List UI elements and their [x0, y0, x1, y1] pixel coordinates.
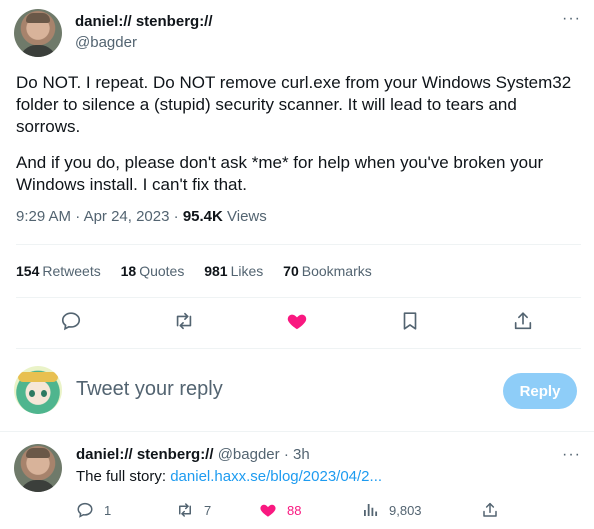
author-handle[interactable]: @bagder: [75, 34, 137, 51]
share-button[interactable]: [512, 310, 536, 334]
author-avatar[interactable]: [14, 9, 62, 57]
reply-text: The full story: daniel.haxx.se/blog/2023…: [76, 468, 382, 485]
reply-text-prefix: The full story:: [76, 468, 171, 485]
heart-icon-filled: [260, 504, 276, 517]
reply-time[interactable]: 3h: [293, 446, 310, 463]
tweet-stats: 154 Retweets 18 Quotes 981 Likes 70 Bookmark…: [16, 263, 388, 279]
tweet-text-paragraph-2: And if you do, please don't ask *me* for…: [16, 153, 544, 194]
like-button[interactable]: [286, 310, 310, 334]
reply-retweets-button[interactable]: 7: [176, 501, 211, 519]
meta-separator: ·: [173, 208, 179, 225]
reply-submit-button[interactable]: Reply: [503, 373, 577, 409]
reply-likes-count: 88: [287, 502, 302, 518]
tweet-time[interactable]: 9:29 AM: [16, 208, 71, 225]
divider: [0, 431, 594, 432]
reply-retweets-count: 7: [204, 502, 212, 518]
divider: [16, 297, 581, 298]
share-icon: [514, 312, 532, 330]
reply-views-button[interactable]: 9,803: [361, 501, 422, 519]
retweet-icon: [179, 503, 191, 517]
tweet-text-paragraph-1: Do NOT. I repeat. Do NOT remove curl.exe…: [16, 73, 572, 136]
current-user-avatar[interactable]: [14, 366, 62, 414]
divider: [16, 244, 581, 245]
tweet-meta: 9:29 AM · Apr 24, 2023 · 95.4K Views: [16, 208, 267, 225]
bookmark-icon: [403, 312, 417, 330]
reply-time-separator: ·: [283, 446, 289, 463]
stat-bookmarks[interactable]: 70 Bookmarks: [283, 263, 372, 279]
reply-icon: [61, 312, 81, 331]
views-count: 95.4K: [182, 208, 223, 225]
reply-more-options-icon[interactable]: ···: [562, 447, 581, 463]
reply-button[interactable]: [60, 310, 84, 334]
views-label: Views: [227, 208, 267, 225]
reply-share-button[interactable]: [481, 501, 509, 519]
reply-author-handle[interactable]: @bagder: [218, 446, 280, 463]
stat-likes[interactable]: 981 Likes: [204, 263, 263, 279]
reply-input[interactable]: Tweet your reply: [76, 378, 223, 401]
reply-icon: [77, 502, 93, 518]
more-options-icon[interactable]: ···: [562, 11, 581, 27]
reply-likes-button[interactable]: 88: [259, 501, 301, 519]
reply-replies-button[interactable]: 1: [76, 501, 111, 519]
reply-views-count: 9,803: [389, 502, 422, 518]
reply-author-avatar[interactable]: [14, 444, 62, 492]
reply-author-name[interactable]: daniel:// stenberg://: [76, 446, 214, 463]
views-icon: [364, 504, 378, 516]
divider: [16, 348, 581, 349]
retweet-button[interactable]: [173, 310, 197, 334]
stat-retweets[interactable]: 154 Retweets: [16, 263, 101, 279]
share-icon: [483, 502, 497, 517]
bookmark-button[interactable]: [399, 310, 423, 334]
stat-quotes[interactable]: 18 Quotes: [121, 263, 185, 279]
reply-replies-count: 1: [104, 502, 112, 518]
reply-link[interactable]: daniel.haxx.se/blog/2023/04/2...: [170, 468, 382, 485]
heart-icon-filled: [287, 314, 307, 330]
reply-header: daniel:// stenberg:// @bagder · 3h: [76, 446, 310, 463]
tweet-date[interactable]: Apr 24, 2023: [84, 208, 170, 225]
author-name[interactable]: daniel:// stenberg://: [75, 13, 213, 30]
retweet-icon: [176, 312, 192, 330]
meta-separator: ·: [75, 208, 81, 225]
